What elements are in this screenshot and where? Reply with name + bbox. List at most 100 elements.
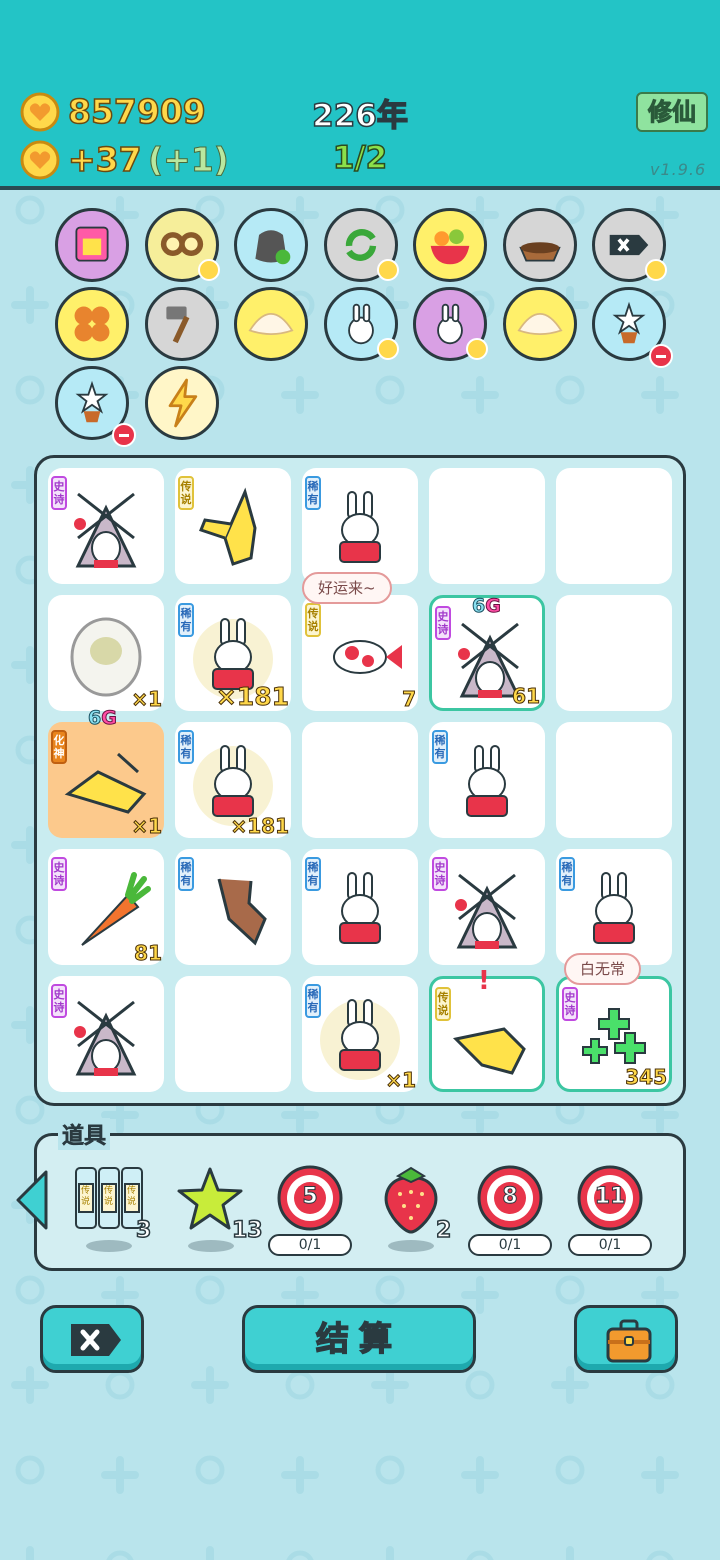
heart-badge-icon [197, 259, 220, 281]
round-progress: 1/2 [332, 139, 388, 177]
bunny-relic-purple[interactable] [413, 287, 488, 361]
grid-cell-tent[interactable]: 史诗 [429, 849, 545, 965]
items-title: 道具 [58, 1118, 111, 1150]
top-status-bar: 857909 +37 (+1) 226年 1/2 修仙 v1.9.6 [0, 0, 720, 190]
scroll-label-2: 传说 [104, 1186, 114, 1207]
grid-cell-bunny[interactable]: 稀有 [302, 468, 418, 584]
bunny-icon [593, 872, 635, 944]
scroll-count: 3 [135, 1217, 152, 1244]
grid-cell-bunny-glow[interactable]: 稀有 ×181 [175, 722, 291, 839]
scroll-left-arrow-icon[interactable] [12, 1168, 54, 1232]
grid-cell-empty[interactable] [302, 722, 418, 838]
grid-cell-hand-big[interactable]: 化神 ×1 [48, 722, 164, 839]
rarity-tag: 传说 [178, 476, 194, 510]
heart-badge-icon [376, 338, 399, 360]
briefcase-icon [606, 1319, 652, 1363]
rarity-tag: 稀有 [432, 730, 448, 764]
grid-cell-carrot[interactable]: 史诗 81 [48, 849, 164, 966]
owl-mask-relic[interactable] [144, 208, 220, 282]
remove-tag-relic[interactable] [592, 208, 667, 282]
rarity-tag: 史诗 [432, 857, 448, 891]
pet-bowl-relic-icon [518, 242, 561, 262]
heart-badge-icon [466, 338, 488, 360]
basketball-relic[interactable] [55, 287, 129, 361]
grid-cell-hand[interactable]: 传说 [175, 468, 291, 584]
tent-icon [74, 492, 137, 568]
grid-cell-rock-hand[interactable]: 稀有 [175, 849, 291, 965]
target-8-progress: 0/1 [468, 1234, 552, 1256]
bunny-icon [339, 491, 381, 563]
grid-cell-empty[interactable] [556, 468, 672, 584]
cell-count: ×1 [131, 814, 163, 839]
income-bonus: (+1) [148, 140, 230, 180]
shell-relic-icon [248, 313, 294, 336]
heart-badge-icon [376, 259, 399, 281]
rarity-tag: 稀有 [305, 476, 321, 510]
cell-count: 61 [512, 684, 541, 709]
grid-cell-bunny[interactable]: 稀有 [556, 849, 672, 965]
basketball-relic-icon [74, 306, 110, 342]
grid-cell-clover[interactable]: 史诗 345 [556, 976, 672, 1092]
wuchang-speech-bubble: 白无常 [564, 953, 642, 985]
coin-icon [20, 92, 60, 132]
fruit-bowl-relic-icon [430, 229, 470, 265]
grid-cell-tent[interactable]: 史诗 [48, 468, 164, 584]
grid-cell-empty[interactable] [556, 595, 672, 711]
remove-button[interactable] [40, 1305, 144, 1373]
target-5-number: 5 [302, 1184, 318, 1210]
rarity-tag: 史诗 [51, 857, 67, 891]
cell-count: ×1 [131, 687, 163, 712]
rarity-tag: 史诗 [51, 476, 67, 510]
inventory-button[interactable] [574, 1305, 678, 1373]
shell-relic-2[interactable] [502, 287, 577, 361]
shell-relic[interactable] [234, 287, 308, 361]
grid-cell-empty[interactable] [429, 468, 545, 584]
rarity-tag: 稀有 [178, 730, 194, 764]
grid-cell-bunny[interactable]: 稀有 [302, 849, 418, 965]
luck-speech-bubble: 好运来~ [302, 572, 392, 604]
bunny-relic[interactable] [323, 287, 399, 361]
settle-button[interactable]: 结算 [242, 1305, 476, 1373]
hand-point-icon [452, 1027, 526, 1075]
grid-cell-empty[interactable] [175, 976, 291, 1092]
trash-bag-relic-icon [255, 230, 291, 265]
minus-badge-icon[interactable] [112, 423, 136, 447]
scroll-label-3: 传说 [127, 1186, 137, 1207]
tent-icon [455, 873, 518, 949]
grid-cell-sheep[interactable]: ×1 [48, 595, 164, 712]
pink-gift-relic[interactable] [55, 208, 129, 282]
grid-cell-fish[interactable]: 传说 7 [302, 595, 418, 712]
six-g-badge: 6G [471, 595, 501, 618]
flower-pot-relic[interactable] [592, 287, 673, 368]
heart-badge-icon [645, 259, 667, 281]
hammer-relic[interactable] [144, 287, 219, 361]
grid-cell-empty[interactable] [556, 722, 672, 838]
cell-count: ×181 [230, 814, 290, 839]
target-8-number: 8 [502, 1184, 518, 1210]
rarity-tag: 史诗 [562, 987, 578, 1021]
minus-badge-icon[interactable] [649, 344, 673, 368]
cell-count: ×1 [385, 1068, 417, 1093]
flower-pot-relic-2[interactable] [55, 366, 136, 447]
fruit-bowl-relic[interactable] [413, 208, 487, 282]
item-shadow [188, 1240, 234, 1252]
rarity-tag: 稀有 [559, 857, 575, 891]
grid-cell-tent[interactable]: 史诗 [48, 976, 164, 1092]
coins-value: 857909 [67, 91, 206, 132]
grid-cell-bunny[interactable]: 稀有 [429, 722, 545, 838]
recycle-relic[interactable] [323, 208, 399, 282]
lightning-relic[interactable] [144, 366, 219, 440]
rarity-tag: 稀有 [305, 857, 321, 891]
trash-bag-relic[interactable] [234, 208, 308, 282]
grid-cell-bunny-glow[interactable]: 稀有 ×1 [302, 976, 418, 1093]
scroll-label-1: 传说 [81, 1186, 91, 1207]
xiuxian-button[interactable]: 修仙 [636, 92, 708, 132]
bunny-icon [339, 872, 381, 944]
rarity-tag: 史诗 [435, 606, 451, 640]
item-shadow [86, 1240, 132, 1252]
grid-cell-bunny-glow[interactable]: 稀有 ×181 [175, 595, 291, 712]
cell-count: 345 [625, 1065, 668, 1090]
pet-bowl-relic[interactable] [502, 208, 577, 282]
strawberry-item-icon[interactable] [380, 1164, 442, 1234]
settle-label: 结算 [315, 1318, 402, 1359]
